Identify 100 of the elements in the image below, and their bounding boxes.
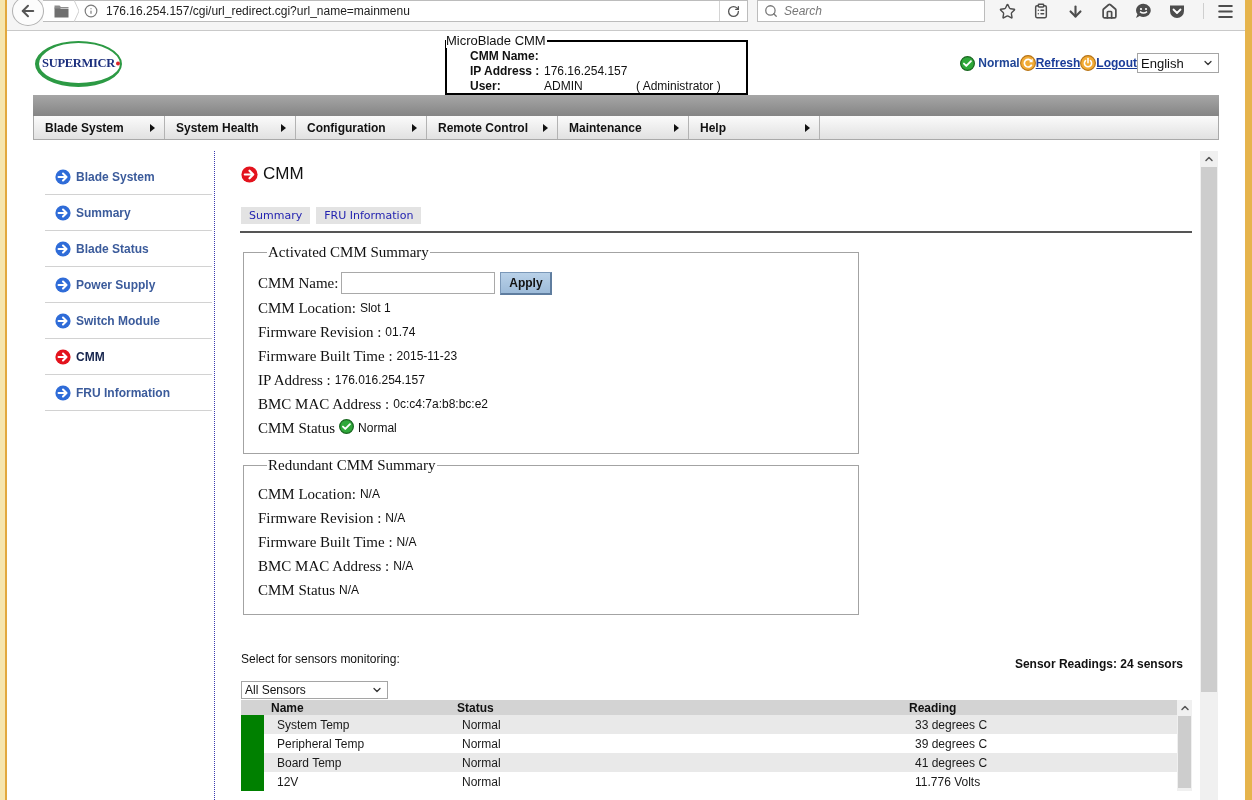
arrow-circle-icon	[55, 204, 71, 221]
refresh-icon[interactable]	[1019, 55, 1036, 71]
bookmark-star-icon[interactable]	[998, 2, 1016, 20]
field-label: CMM Status	[258, 419, 336, 437]
info-label: CMM Name:	[470, 48, 540, 63]
filter-label: Select for sensors monitoring:	[241, 652, 400, 666]
field-value: N/A	[396, 535, 417, 549]
scrollbar-thumb[interactable]	[1201, 167, 1217, 692]
tab[interactable]: Summary	[241, 207, 311, 224]
address-bar[interactable]: 176.16.254.157/cgi/url_redirect.cgi?url_name=mainmenu	[43, 0, 748, 22]
field-value: N/A	[385, 511, 406, 525]
panel-title: Redundant CMM Summary	[267, 457, 437, 474]
menu-item[interactable]: Configuration	[296, 116, 427, 139]
arrow-circle-icon	[55, 348, 71, 365]
field-value: N/A	[393, 559, 414, 573]
status-ok-icon	[339, 418, 355, 434]
field-value: 2015-11-23	[396, 349, 458, 363]
field-label: Firmware Revision :	[258, 509, 382, 527]
tab[interactable]: FRU Information	[316, 207, 422, 224]
arrow-circle-icon	[241, 165, 258, 183]
field-value: Normal	[358, 421, 397, 435]
table-cell-text: Normal	[461, 717, 502, 732]
field-value: Slot 1	[359, 301, 391, 315]
apply-button[interactable]: Apply	[500, 271, 553, 295]
sidebar-item[interactable]: Blade System	[45, 159, 212, 195]
panel-title: Activated CMM Summary	[267, 244, 430, 261]
search-field[interactable]: Search	[757, 0, 985, 22]
field-label: BMC MAC Address :	[258, 395, 390, 413]
caret-right-icon	[281, 123, 286, 132]
caret-right-icon	[543, 123, 548, 132]
sidebar-item[interactable]: FRU Information	[45, 375, 212, 411]
power-icon[interactable]	[1080, 55, 1097, 71]
info-label: IP Address :	[470, 63, 541, 78]
table-cell-text: 33 degrees C	[914, 717, 989, 732]
sidebar-item[interactable]: Switch Module	[45, 303, 212, 339]
field-label: BMC MAC Address :	[258, 557, 390, 575]
info-value: ADMIN	[544, 78, 584, 93]
refresh-link[interactable]: Refresh	[1035, 56, 1081, 70]
logo-text: SUPERMICR	[42, 55, 115, 71]
caret-right-icon	[412, 123, 417, 132]
field-label: CMM Name:	[258, 274, 339, 292]
reload-icon	[727, 4, 740, 18]
menu-item[interactable]: Help	[689, 116, 820, 139]
name-input[interactable]	[341, 272, 496, 294]
field-value: N/A	[339, 583, 360, 597]
info-value: 176.16.254.157	[544, 63, 629, 78]
table-cell-text: System Temp	[276, 717, 351, 732]
sidebar-item[interactable]: Summary	[45, 195, 212, 231]
back-button[interactable]	[12, 0, 44, 26]
table-cell-text: Board Temp	[276, 755, 343, 770]
field-label: IP Address :	[258, 371, 331, 389]
sidebar-item[interactable]: Power Supply	[45, 267, 212, 303]
caret-right-icon	[805, 123, 810, 132]
table-cell-text: Normal	[461, 736, 502, 751]
arrow-circle-icon	[55, 384, 71, 401]
pocket-icon[interactable]	[1169, 3, 1185, 19]
sidebar-item[interactable]: Blade Status	[45, 231, 212, 267]
arrow-circle-icon	[55, 276, 71, 293]
field-value: 0c:c4:7a:b8:bc:e2	[393, 397, 488, 411]
info-label: User:	[470, 78, 502, 93]
column-header: Status	[456, 700, 495, 715]
table-cell-text: 11.776 Volts	[914, 774, 982, 789]
download-icon[interactable]	[1066, 2, 1084, 20]
field-label: Firmware Built Time :	[258, 347, 393, 365]
column-header: Name	[270, 700, 305, 715]
chat-bubble-icon[interactable]	[1134, 3, 1152, 19]
field-label: CMM Location:	[258, 299, 356, 317]
arrow-circle-icon	[55, 312, 71, 329]
column-header: Reading	[908, 700, 958, 715]
field-value: N/A	[359, 487, 380, 501]
status-ok-icon	[960, 55, 976, 71]
info-value: ( Administrator )	[636, 78, 722, 93]
info-icon[interactable]	[84, 4, 98, 18]
field-value: 01.74	[385, 325, 416, 339]
logout-link[interactable]: Logout	[1096, 56, 1137, 70]
table-cell-text: Normal	[461, 755, 502, 770]
arrow-circle-icon	[55, 168, 71, 185]
language-select[interactable]: English	[1137, 53, 1219, 73]
scrollbar-thumb[interactable]	[1178, 716, 1191, 788]
caret-right-icon	[674, 123, 679, 132]
table-cell-text: 12V	[276, 774, 300, 789]
folder-icon[interactable]	[54, 4, 69, 18]
caret-right-icon	[150, 123, 155, 132]
field-value: 176.016.254.157	[334, 373, 425, 387]
table-cell-text: 39 degrees C	[914, 736, 989, 751]
clipboard-icon[interactable]	[1033, 3, 1049, 19]
home-icon[interactable]	[1100, 2, 1118, 20]
sensor-filter-select[interactable]: All Sensors	[241, 681, 388, 699]
sidebar-item[interactable]: CMM	[45, 339, 212, 375]
menu-item[interactable]: Blade System	[34, 116, 165, 139]
url-text: 176.16.254.157/cgi/url_redirect.cgi?url_name=mainmenu	[106, 4, 411, 18]
health-status: Normal	[978, 56, 1020, 70]
arrow-circle-icon	[55, 240, 71, 257]
menu-item[interactable]: System Health	[165, 116, 296, 139]
menu-item[interactable]: Remote Control	[427, 116, 558, 139]
menu-item[interactable]: Maintenance	[558, 116, 689, 139]
field-label: Firmware Built Time :	[258, 533, 393, 551]
field-label: CMM Status	[258, 581, 336, 599]
table-cell-text: 41 degrees C	[914, 755, 989, 770]
table-cell-text: Normal	[461, 774, 502, 789]
